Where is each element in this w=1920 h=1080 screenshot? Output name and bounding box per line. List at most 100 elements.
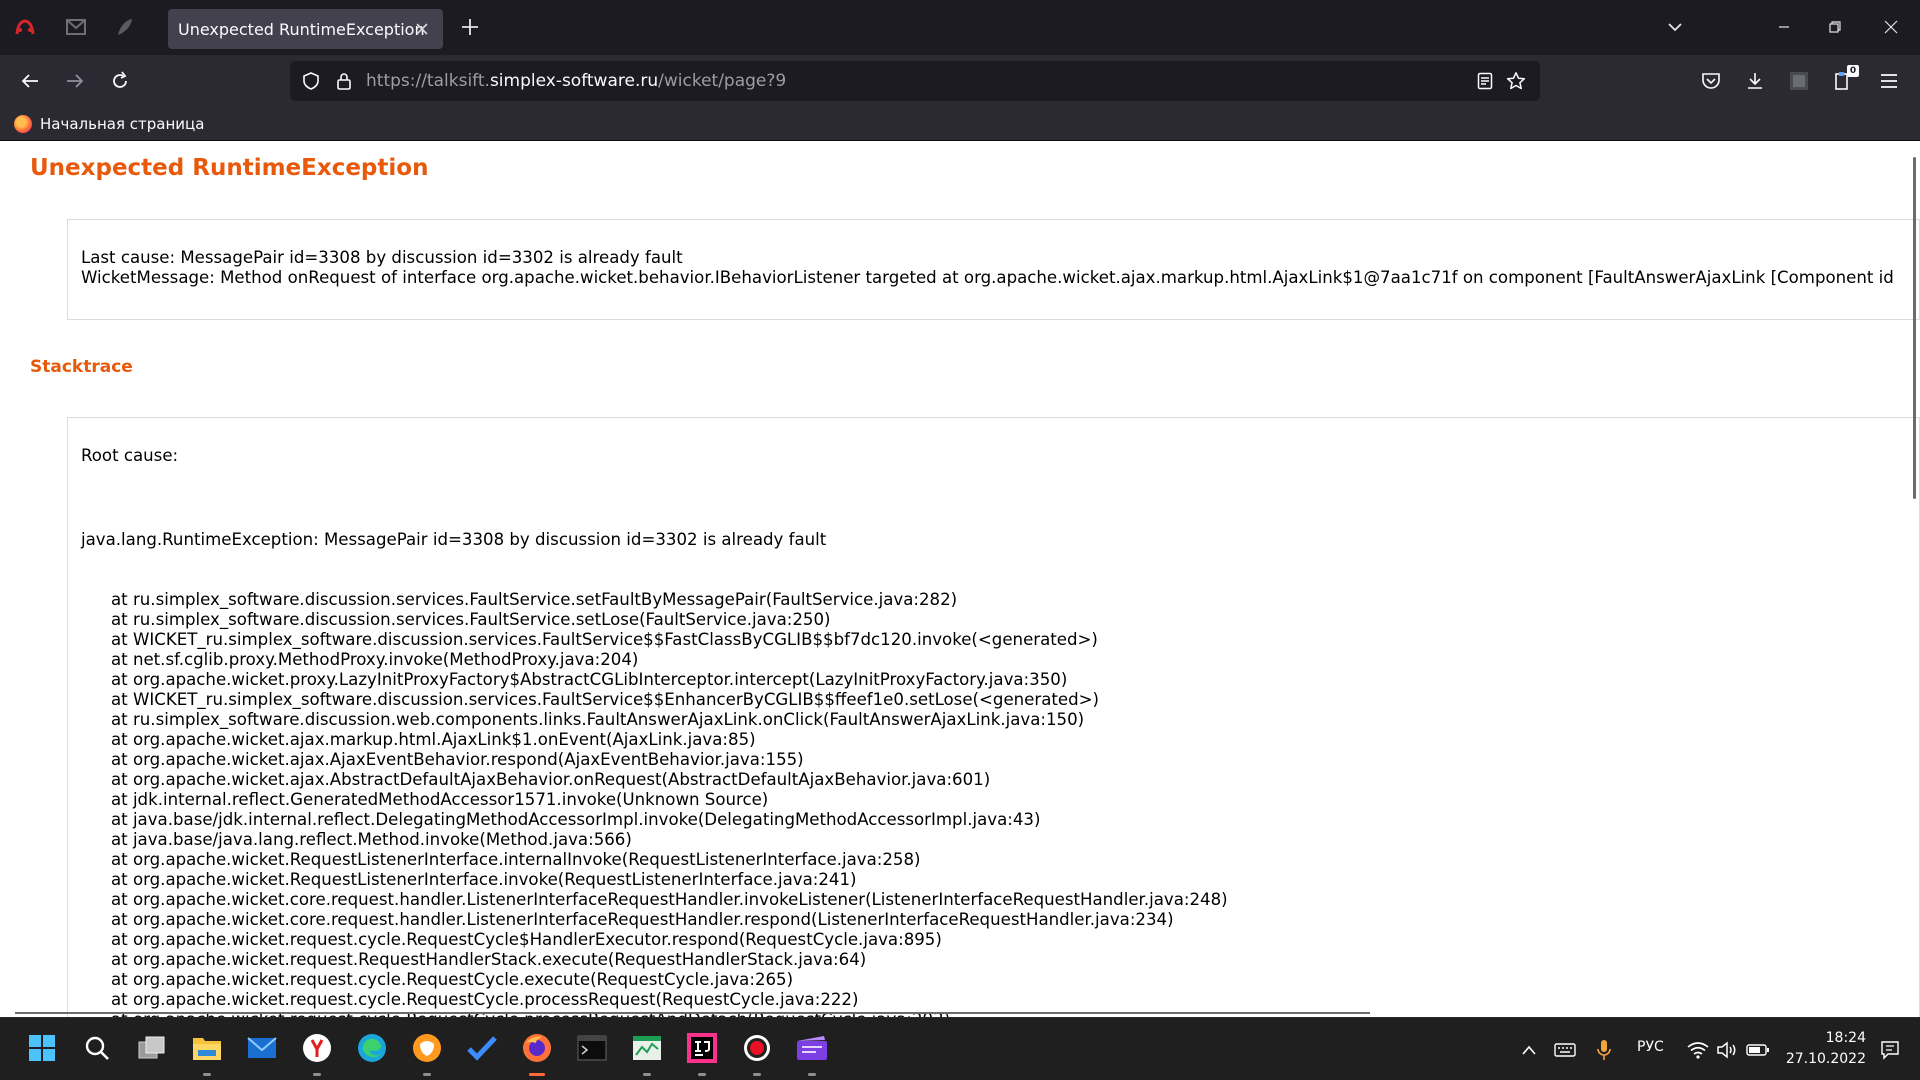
stack-frame-line: at java.base/java.lang.reflect.Method.in… <box>111 830 632 849</box>
stacktrace-heading: Stacktrace <box>30 357 133 377</box>
mail-icon <box>247 1037 277 1058</box>
stack-frame-line: at org.apache.wicket.RequestListenerInte… <box>111 850 921 869</box>
restore-icon <box>1829 21 1841 33</box>
running-indicator <box>698 1073 706 1076</box>
windows-start-icon <box>29 1035 55 1061</box>
input-language-indicator[interactable]: РУС <box>1637 1039 1664 1055</box>
firefox-icon <box>523 1034 551 1062</box>
pocket-icon <box>1702 73 1720 89</box>
pinned-tab-3[interactable] <box>110 12 140 42</box>
taskbar-yandex-browser[interactable] <box>297 1028 337 1076</box>
stack-frame-line: at net.sf.cglib.proxy.MethodProxy.invoke… <box>111 650 639 669</box>
intellij-icon <box>687 1033 717 1063</box>
running-indicator <box>203 1073 211 1076</box>
taskbar-clipchamp[interactable] <box>792 1028 832 1076</box>
mail-icon <box>66 19 86 35</box>
taskbar-task-manager[interactable] <box>627 1028 667 1076</box>
screen: Unexpected RuntimeException https://talk… <box>0 0 1920 1080</box>
extension-button[interactable] <box>1783 65 1815 97</box>
record-icon <box>744 1035 770 1061</box>
notifications-button[interactable] <box>1878 1038 1902 1062</box>
close-window-button[interactable] <box>1866 10 1916 44</box>
red-app-icon <box>15 19 35 35</box>
forward-button[interactable] <box>59 65 91 97</box>
plus-icon <box>462 19 478 35</box>
taskbar-messenger[interactable] <box>407 1028 447 1076</box>
taskbar-todo[interactable] <box>462 1028 502 1068</box>
firefox-icon <box>14 115 32 133</box>
keyboard-icon <box>1554 1043 1576 1057</box>
pinned-tab-1[interactable] <box>10 12 40 42</box>
notes-extension-button[interactable]: 0 <box>1827 65 1859 97</box>
taskbar-firefox[interactable] <box>517 1028 557 1076</box>
browser-tab-strip: Unexpected RuntimeException <box>0 0 1920 55</box>
tracking-protection-button[interactable] <box>299 69 323 93</box>
url-host: simplex-software.ru <box>489 71 659 91</box>
reload-button[interactable] <box>104 65 136 97</box>
pocket-button[interactable] <box>1695 65 1727 97</box>
battery-icon <box>1746 1044 1769 1056</box>
speaker-icon <box>1717 1041 1736 1059</box>
tray-overflow-button[interactable] <box>1517 1038 1541 1062</box>
url-path: /wicket/page?9 <box>658 71 787 91</box>
back-button[interactable] <box>14 65 46 97</box>
bookmark-star-button[interactable] <box>1504 69 1528 93</box>
wicket-message-text: WicketMessage: Method onRequest of inter… <box>81 268 1894 287</box>
restore-button[interactable] <box>1810 10 1860 44</box>
notification-icon <box>1881 1041 1899 1060</box>
vertical-scrollbar[interactable] <box>1913 157 1916 499</box>
pinned-tab-2[interactable] <box>61 12 91 42</box>
taskbar-terminal[interactable] <box>572 1028 612 1068</box>
new-tab-button[interactable] <box>455 12 485 42</box>
task-view-button[interactable] <box>132 1028 172 1068</box>
site-security-button[interactable] <box>332 69 356 93</box>
taskbar-edge[interactable] <box>352 1028 392 1068</box>
bookmarks-toolbar: Начальная страница <box>0 107 1920 141</box>
windows-taskbar: РУС 18:24 27.10.2022 <box>0 1017 1920 1080</box>
bookmark-home[interactable]: Начальная страница <box>14 113 204 135</box>
yandex-browser-icon <box>303 1034 331 1062</box>
downloads-button[interactable] <box>1739 65 1771 97</box>
search-button[interactable] <box>77 1028 117 1068</box>
url-text[interactable]: https://talksift.simplex-software.ru/wic… <box>366 71 786 91</box>
stack-frame-line: at WICKET_ru.simplex_software.discussion… <box>111 690 1099 709</box>
exception-line: java.lang.RuntimeException: MessagePair … <box>81 530 827 549</box>
running-indicator <box>643 1073 651 1076</box>
minimize-icon <box>1779 26 1789 28</box>
microphone-button[interactable] <box>1592 1038 1616 1062</box>
stack-frame-line: at ru.simplex_software.discussion.servic… <box>111 610 831 629</box>
stack-frame-line: at org.apache.wicket.request.RequestHand… <box>111 950 867 969</box>
stack-frame-line: at WICKET_ru.simplex_software.discussion… <box>111 630 1098 649</box>
app-menu-button[interactable] <box>1873 65 1905 97</box>
address-bar[interactable]: https://talksift.simplex-software.ru/wic… <box>290 61 1540 101</box>
taskbar-intellij[interactable] <box>682 1028 722 1076</box>
volume-button[interactable] <box>1716 1038 1740 1062</box>
start-button[interactable] <box>22 1028 62 1068</box>
url-prefix: https://talksift. <box>366 71 490 91</box>
stack-frame-line: at org.apache.wicket.proxy.LazyInitProxy… <box>111 670 1068 689</box>
edge-icon <box>358 1034 386 1062</box>
touch-keyboard-button[interactable] <box>1553 1038 1577 1062</box>
task-manager-icon <box>633 1036 661 1060</box>
stack-frame-line: at org.apache.wicket.request.cycle.Reque… <box>111 990 859 1009</box>
running-indicator <box>313 1073 321 1076</box>
horizontal-scrollbar[interactable] <box>15 1012 1370 1014</box>
taskbar-recorder[interactable] <box>737 1028 777 1076</box>
running-indicator <box>808 1073 816 1076</box>
arrow-right-icon <box>67 74 84 88</box>
minimize-button[interactable] <box>1759 10 1809 44</box>
taskbar-mail[interactable] <box>242 1028 282 1068</box>
page-content: Unexpected RuntimeException Last cause: … <box>0 141 1920 1017</box>
list-all-tabs-button[interactable] <box>1660 12 1690 42</box>
taskbar-file-explorer[interactable] <box>187 1028 227 1076</box>
file-explorer-icon <box>193 1038 221 1060</box>
reader-view-button[interactable] <box>1473 69 1497 93</box>
tab-close-button[interactable] <box>409 16 435 42</box>
wifi-icon <box>1687 1042 1709 1059</box>
tab-active[interactable]: Unexpected RuntimeException <box>168 9 443 49</box>
wifi-button[interactable] <box>1686 1038 1710 1062</box>
taskbar-clock[interactable]: 18:24 27.10.2022 <box>1776 1028 1866 1070</box>
clock-date: 27.10.2022 <box>1785 1051 1866 1067</box>
chevron-up-icon <box>1522 1045 1536 1055</box>
battery-button[interactable] <box>1746 1038 1770 1062</box>
